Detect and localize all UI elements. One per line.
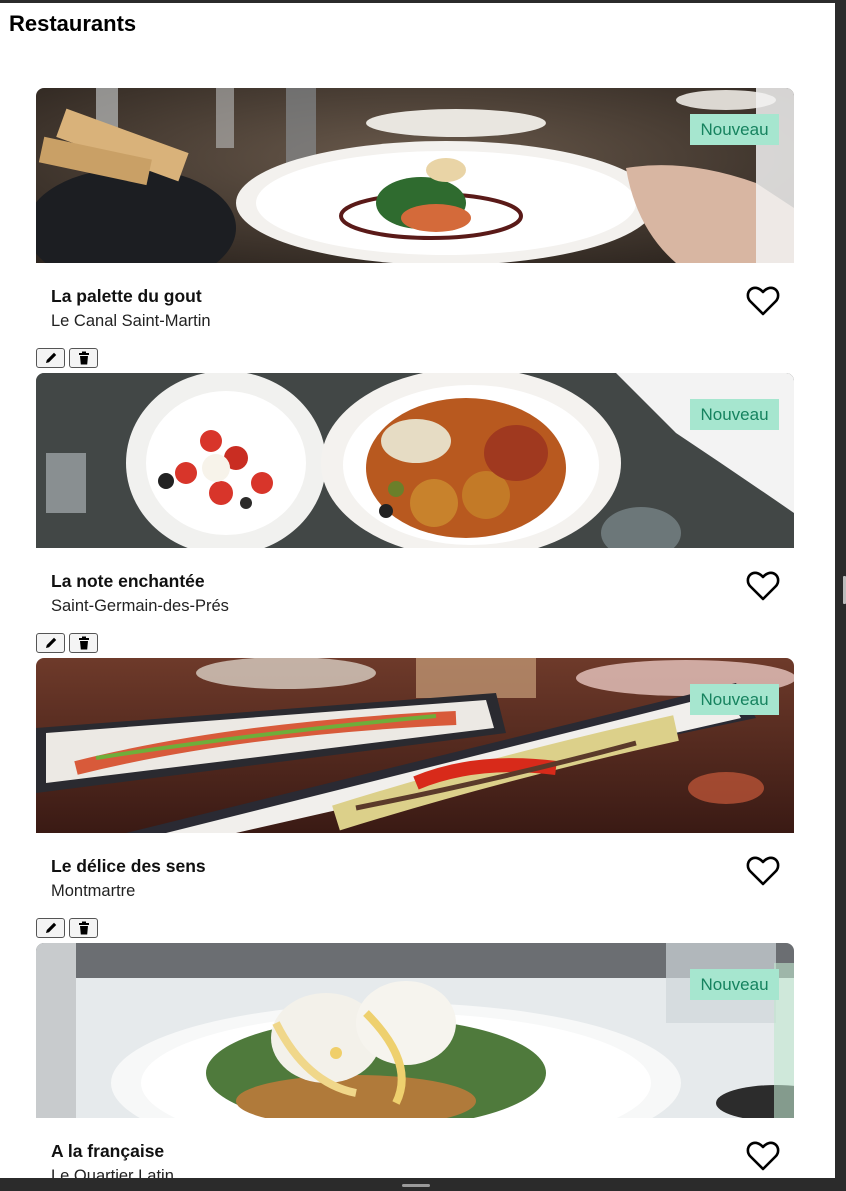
trash-icon	[78, 351, 89, 365]
restaurant-name: La palette du gout	[51, 286, 202, 306]
food-photo-4	[36, 943, 794, 1118]
new-badge: Nouveau	[690, 114, 779, 145]
restaurant-name: La note enchantée	[51, 571, 205, 591]
heart-outline-icon	[746, 856, 780, 886]
restaurant-info: Le délice des sens Montmartre	[36, 833, 794, 943]
edit-button[interactable]	[36, 633, 65, 653]
restaurant-location: Le Quartier Latin	[51, 1167, 174, 1178]
restaurant-card[interactable]: Nouveau Le délice des sens Montmartre	[36, 658, 794, 943]
new-badge: Nouveau	[690, 969, 779, 1000]
new-badge: Nouveau	[690, 684, 779, 715]
restaurant-info: La note enchantée Saint-Germain-des-Prés	[36, 548, 794, 658]
heart-outline-icon	[746, 286, 780, 316]
restaurant-location: Montmartre	[51, 882, 136, 900]
heart-outline-icon	[746, 571, 780, 601]
restaurant-info: La palette du gout Le Canal Saint-Martin	[36, 263, 794, 373]
delete-button[interactable]	[69, 633, 98, 653]
restaurant-location: Saint-Germain-des-Prés	[51, 597, 229, 615]
restaurant-photo: Nouveau	[36, 373, 794, 548]
food-photo-1	[36, 88, 794, 263]
restaurant-card[interactable]: Nouveau La palette du gout Le Canal Sain…	[36, 88, 794, 373]
delete-button[interactable]	[69, 918, 98, 938]
pencil-icon	[45, 637, 56, 648]
restaurant-info: A la française Le Quartier Latin	[36, 1118, 794, 1178]
restaurant-name: A la française	[51, 1141, 165, 1161]
pencil-icon	[45, 352, 56, 363]
edit-button[interactable]	[36, 348, 65, 368]
restaurant-name: Le délice des sens	[51, 856, 206, 876]
restaurant-card[interactable]: Nouveau La note enchantée Saint-Germain-…	[36, 373, 794, 658]
pencil-icon	[45, 922, 56, 933]
heart-outline-icon	[746, 1141, 780, 1171]
edit-button[interactable]	[36, 918, 65, 938]
restaurant-card[interactable]: Nouveau A la française Le Quartier Latin	[36, 943, 794, 1178]
card-actions	[36, 348, 98, 368]
trash-icon	[78, 636, 89, 650]
favorite-button[interactable]	[746, 570, 780, 602]
page-title: Restaurants	[9, 11, 137, 36]
new-badge: Nouveau	[690, 399, 779, 430]
app-screen: Restaurants Nouveau La palette du gout L…	[0, 3, 835, 1178]
favorite-button[interactable]	[746, 285, 780, 317]
restaurant-location: Le Canal Saint-Martin	[51, 312, 211, 330]
card-actions	[36, 918, 98, 938]
delete-button[interactable]	[69, 348, 98, 368]
favorite-button[interactable]	[746, 855, 780, 887]
food-photo-3	[36, 658, 794, 833]
food-photo-2	[36, 373, 794, 548]
restaurant-photo: Nouveau	[36, 88, 794, 263]
home-indicator[interactable]	[402, 1184, 430, 1187]
favorite-button[interactable]	[746, 1140, 780, 1172]
restaurant-photo: Nouveau	[36, 943, 794, 1118]
card-actions	[36, 633, 98, 653]
restaurant-photo: Nouveau	[36, 658, 794, 833]
trash-icon	[78, 921, 89, 935]
